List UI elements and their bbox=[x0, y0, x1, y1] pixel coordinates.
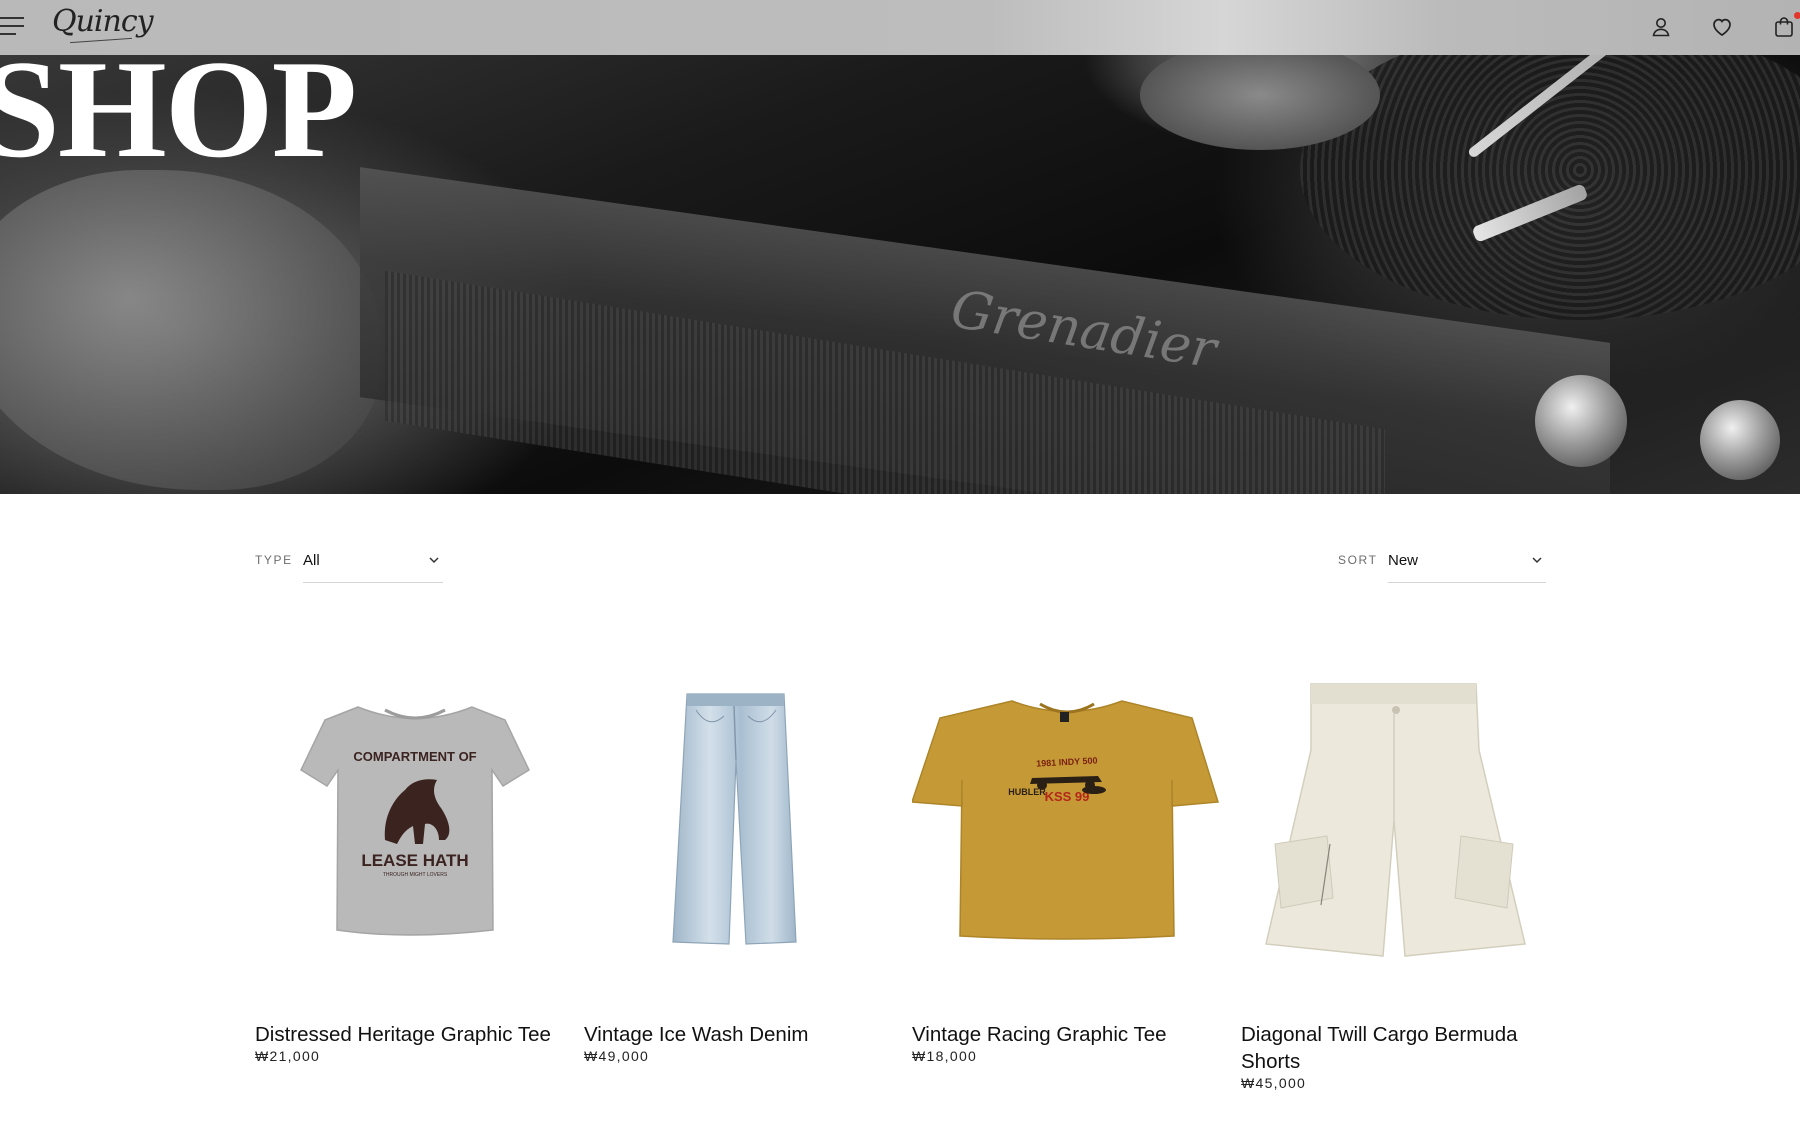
product-price: ₩45,000 bbox=[1241, 1075, 1307, 1091]
product-image-cargo-bermuda-shorts[interactable] bbox=[1241, 630, 1551, 985]
hero-record-label bbox=[1140, 40, 1380, 150]
type-select-value: All bbox=[303, 552, 320, 569]
page-title: SHOP bbox=[0, 32, 357, 187]
product-name[interactable]: Distressed Heritage Graphic Tee bbox=[255, 1021, 565, 1048]
type-select[interactable]: All bbox=[303, 547, 443, 583]
sort-select[interactable]: New bbox=[1388, 547, 1546, 583]
sort-filter-label: SORT bbox=[1338, 553, 1378, 567]
hero-knob bbox=[1535, 375, 1627, 467]
type-filter: TYPE All bbox=[255, 547, 443, 583]
account-icon[interactable] bbox=[1648, 14, 1674, 40]
product-image-racing-graphic-tee[interactable]: 1981 INDY 500 HUBLER KSS 99 bbox=[910, 630, 1222, 985]
chevron-down-icon bbox=[1532, 557, 1542, 564]
tee-print-tiny: THROUGH MIGHT LOVERS bbox=[383, 872, 448, 878]
product-price: ₩21,000 bbox=[255, 1048, 321, 1064]
tee-print-bottom: LEASE HATH bbox=[361, 851, 468, 870]
sort-filter: SORT New bbox=[1338, 547, 1546, 583]
product-price: ₩49,000 bbox=[584, 1048, 650, 1064]
product-name[interactable]: Diagonal Twill Cargo Bermuda Shorts bbox=[1241, 1021, 1551, 1075]
sort-select-value: New bbox=[1388, 552, 1419, 569]
site-logo[interactable]: Quincy bbox=[52, 4, 154, 39]
hero-vinyl-record bbox=[1300, 20, 1800, 320]
cart-notification-dot bbox=[1794, 12, 1800, 19]
product-name[interactable]: Vintage Racing Graphic Tee bbox=[912, 1021, 1222, 1048]
product-image-ice-wash-denim[interactable] bbox=[584, 630, 894, 985]
product-price: ₩18,000 bbox=[912, 1048, 978, 1064]
product-name[interactable]: Vintage Ice Wash Denim bbox=[584, 1021, 894, 1048]
site-header: Quincy bbox=[0, 0, 1800, 55]
hero-knob bbox=[1700, 400, 1780, 480]
hero-hand-shape bbox=[0, 170, 380, 490]
tee-print-left: HUBLER bbox=[1008, 787, 1046, 797]
cart-bag-icon[interactable] bbox=[1771, 12, 1800, 40]
wishlist-heart-icon[interactable] bbox=[1709, 14, 1735, 40]
product-image-grey-graphic-tee[interactable]: COMPARTMENT OF LEASE HATH THROUGH MIGHT … bbox=[255, 630, 565, 985]
tee-print-top: COMPARTMENT OF bbox=[353, 749, 476, 764]
chevron-down-icon bbox=[429, 557, 439, 564]
type-filter-label: TYPE bbox=[255, 553, 293, 567]
menu-icon[interactable] bbox=[0, 15, 26, 37]
hero-banner: Grenadier SHOP bbox=[0, 0, 1800, 494]
